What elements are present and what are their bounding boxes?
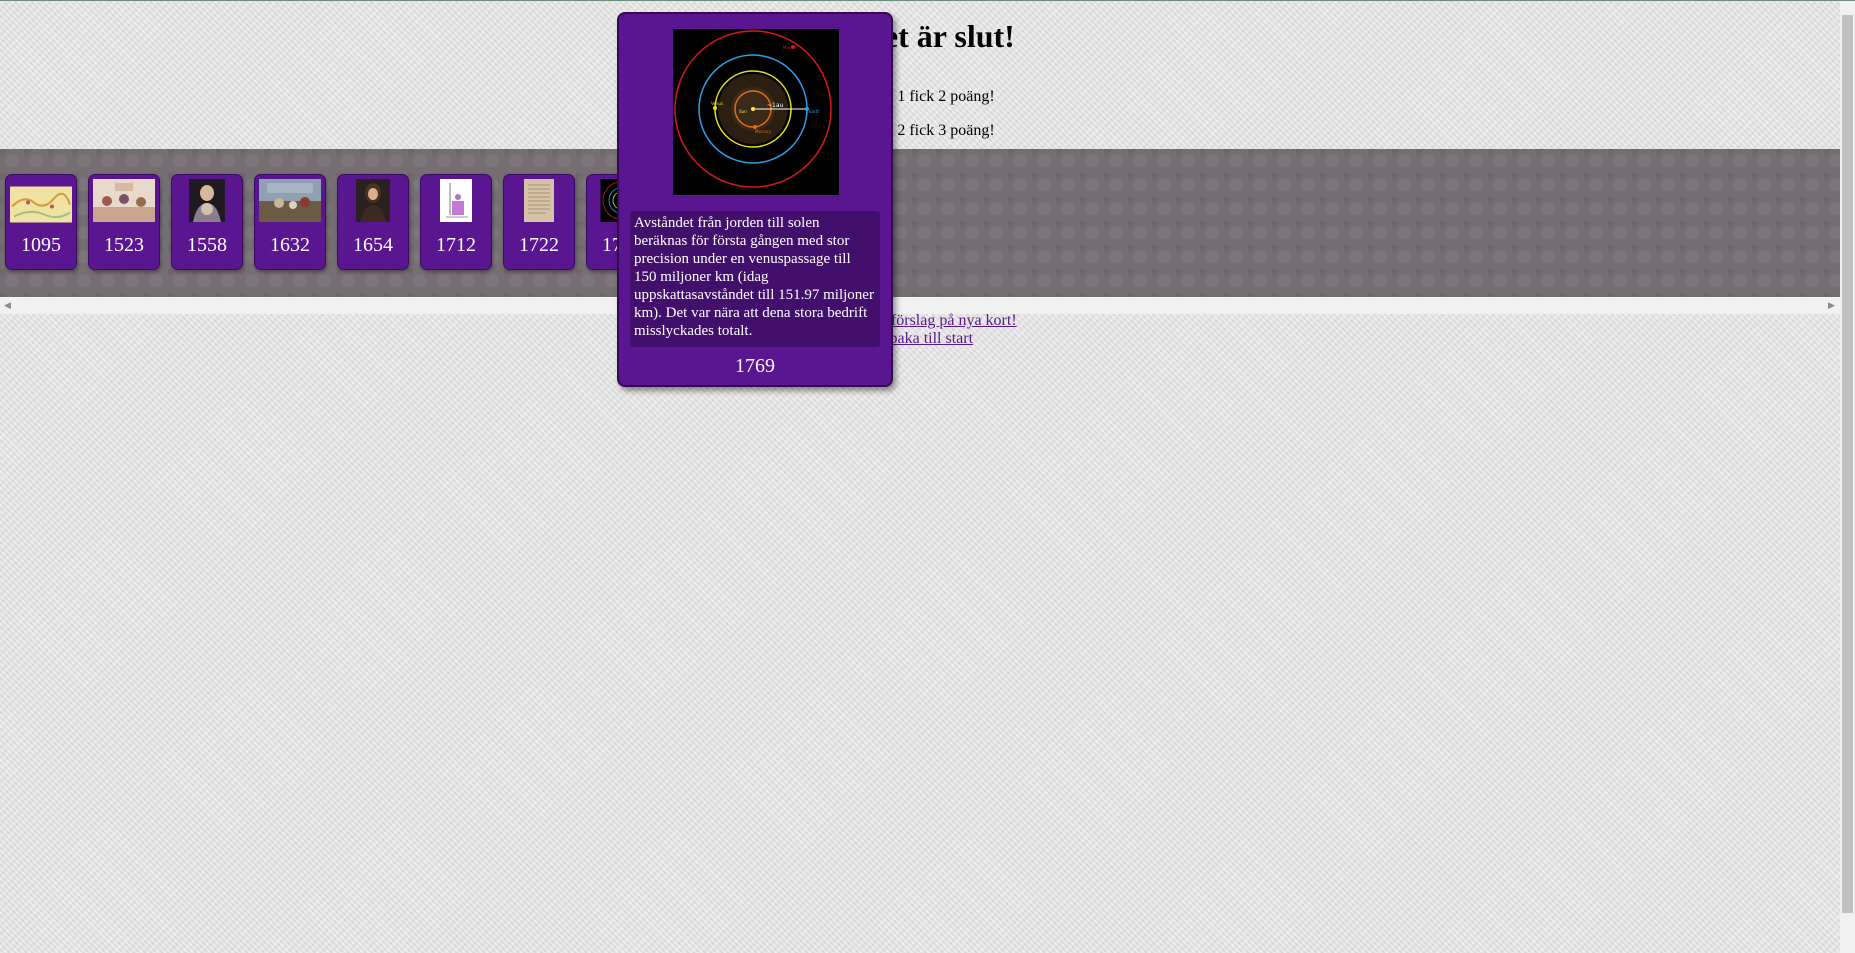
- svg-text:Mars: Mars: [783, 45, 793, 50]
- card-description: Avståndet från jorden till solen beräkna…: [630, 211, 880, 347]
- scroll-left-icon[interactable]: ◀: [4, 301, 11, 310]
- svg-text:Earth: Earth: [809, 109, 820, 114]
- timeline-card[interactable]: 1632: [254, 174, 326, 270]
- game-over-title: Spelet är slut!: [825, 18, 1015, 54]
- card-year: 1712: [436, 234, 476, 256]
- player-1-score: Spelare 1 fick 2 poäng!: [845, 88, 995, 105]
- timeline-card[interactable]: 1523: [88, 174, 160, 270]
- card-year: 1769: [735, 355, 775, 377]
- timeline-card[interactable]: 1654: [337, 174, 409, 270]
- timeline-card[interactable]: 1558: [171, 174, 243, 270]
- card-year: 1095: [21, 234, 61, 256]
- svg-text:Sun: Sun: [739, 109, 747, 114]
- portrait-thumbnail: [189, 179, 225, 222]
- vertical-scrollbar[interactable]: [1840, 1, 1855, 953]
- battle-painting-thumbnail: [259, 179, 321, 222]
- card-year: 1523: [104, 234, 144, 256]
- top-border: [0, 0, 1855, 1]
- portrait-thumbnail: [356, 179, 390, 222]
- card-year: 1722: [519, 234, 559, 256]
- svg-text:~1au: ~1au: [767, 102, 784, 109]
- card-year: 1654: [353, 234, 393, 256]
- player-2-score: Spelare 2 fick 3 poäng!: [845, 122, 995, 139]
- document-thumbnail: [524, 179, 554, 222]
- timeline-board[interactable]: 1095 1523 1558 1632 1654 1712 1722: [0, 149, 1840, 297]
- scroll-right-icon[interactable]: ▶: [1828, 301, 1835, 310]
- timeline-card[interactable]: 1712: [420, 174, 492, 270]
- scrollbar-thumb[interactable]: [1842, 15, 1853, 913]
- timeline-card[interactable]: 1722: [503, 174, 575, 270]
- card-year: 1558: [187, 234, 227, 256]
- card-year: 1632: [270, 234, 310, 256]
- timeline-card[interactable]: 1095: [5, 174, 77, 270]
- orbit-diagram-image: ~1au Venus Earth Sun Mercury Mars: [673, 29, 839, 195]
- card-detail-popup[interactable]: ~1au Venus Earth Sun Mercury Mars Avstån…: [617, 12, 893, 387]
- diagram-thumbnail: [440, 179, 472, 222]
- svg-text:Venus: Venus: [711, 101, 723, 106]
- svg-text:Mercury: Mercury: [755, 129, 772, 134]
- map-thumbnail: [10, 186, 72, 223]
- painting-thumbnail: [93, 179, 155, 222]
